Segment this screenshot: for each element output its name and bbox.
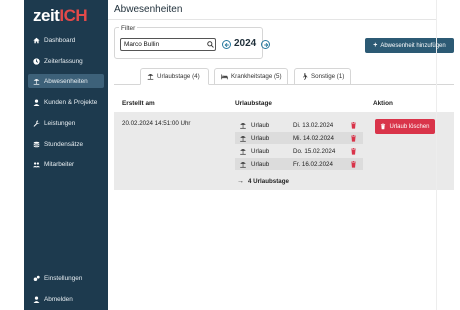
column-header-action: Aktion [373,100,393,107]
bed-icon [221,73,228,80]
year-display: 2024 [234,38,257,49]
next-year-button[interactable] [261,40,270,49]
sidebar: zeitICH Dashboard Zeiterfassung Abwesenh… [24,0,108,310]
column-header-created[interactable]: Erstellt am [122,100,155,107]
main-content: Abwesenheiten Filter 2024 + Abwesenheit … [108,0,454,310]
beach-icon [239,135,247,142]
sidebar-item-kunden-projekte[interactable]: Kunden & Projekte [28,95,104,109]
filter-label: Filter [119,25,138,32]
page-title: Abwesenheiten [114,4,183,15]
sidebar-item-stundensaetze[interactable]: Stundensätze [28,137,104,151]
vacation-days-summary: → 4 Urlaubstage [237,178,289,185]
tab-urlaubstage[interactable]: Urlaubstage (4) [140,68,209,85]
sidebar-item-zeiterfassung[interactable]: Zeiterfassung [28,54,104,68]
delete-vacation-button[interactable]: Urlaub löschen [375,119,435,134]
clock-icon [33,57,40,65]
trash-icon [381,123,386,130]
wrench-icon [33,119,40,127]
sidebar-item-mitarbeiter[interactable]: Mitarbeiter [28,157,104,171]
sidebar-item-einstellungen[interactable]: Einstellungen [28,271,104,285]
employee-search-input[interactable] [120,38,216,51]
trash-icon[interactable] [350,160,357,168]
tab-sonstige[interactable]: Sonstige (1) [294,68,351,85]
trash-icon[interactable] [350,121,357,129]
vacation-day-row: Urlaub Di. 13.02.2024 [235,119,363,131]
vacation-day-row: Urlaub Do. 15.02.2024 [235,145,363,157]
tab-krankheitstage[interactable]: Krankheitstage (5) [214,68,288,85]
users-icon [33,161,40,168]
coins-icon [33,141,40,148]
sidebar-item-dashboard[interactable]: Dashboard [28,33,104,47]
gears-icon [33,275,40,282]
app-logo[interactable]: zeitICH [33,6,88,26]
beach-icon [239,161,247,168]
window-edge [436,0,437,310]
arrow-right-icon: → [237,178,244,185]
sidebar-item-abwesenheiten[interactable]: Abwesenheiten [28,74,104,88]
created-timestamp: 20.02.2024 14:51:00 Uhr [122,120,191,127]
vacation-day-row: Urlaub Mi. 14.02.2024 [235,132,363,144]
arrow-right-icon [263,42,268,47]
person-icon [33,98,40,106]
beach-icon [33,78,40,85]
app-window: zeitICH Dashboard Zeiterfassung Abwesenh… [24,0,454,310]
beach-icon [147,73,154,80]
previous-year-button[interactable] [222,40,231,49]
person-walk-icon [301,73,308,80]
plus-icon: + [373,42,378,49]
sidebar-item-abmelden[interactable]: Abmelden [28,292,104,306]
sidebar-item-leistungen[interactable]: Leistungen [28,116,104,130]
beach-icon [239,148,247,155]
search-icon[interactable] [207,41,214,48]
vacation-day-row: Urlaub Fr. 16.02.2024 [235,158,363,170]
arrow-left-icon [224,42,229,47]
column-header-days[interactable]: Urlaubstage [235,100,272,107]
page-header: Abwesenheiten [108,0,437,20]
add-absence-button[interactable]: + Abwesenheit hinzufügen [365,38,454,53]
person-icon [33,295,40,303]
trash-icon[interactable] [350,134,357,142]
beach-icon [239,122,247,129]
home-icon [33,37,40,44]
trash-icon[interactable] [350,147,357,155]
